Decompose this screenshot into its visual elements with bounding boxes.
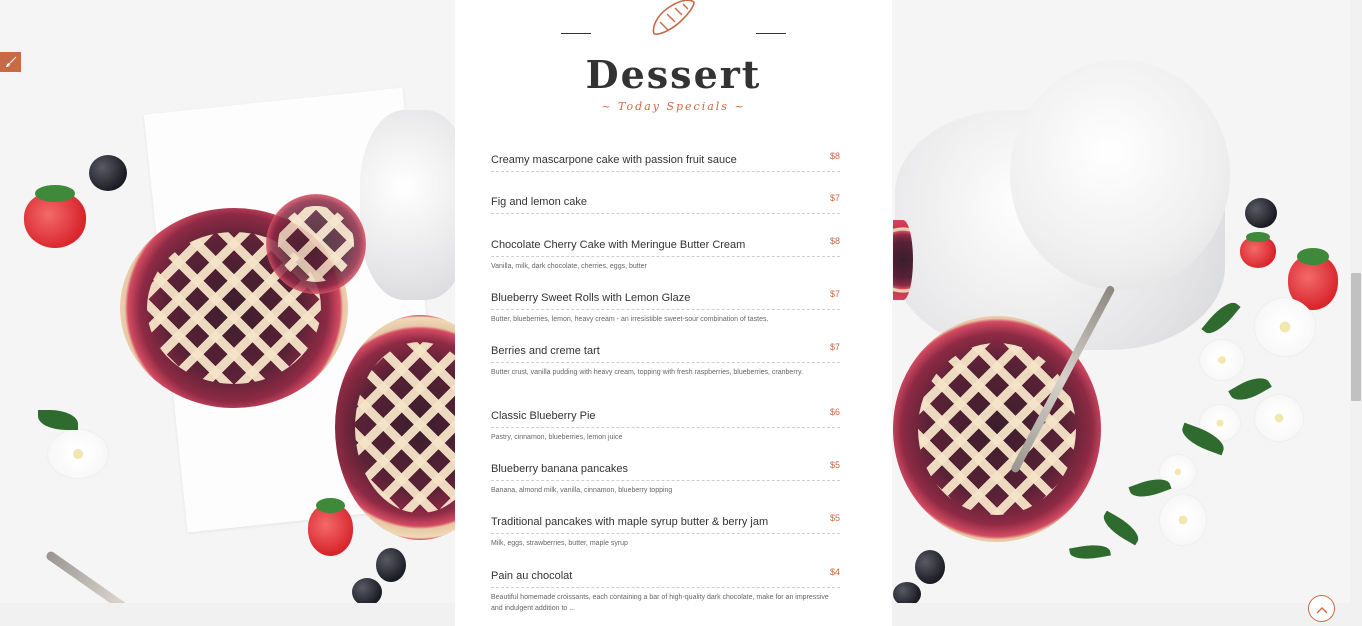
scroll-to-top-button[interactable] [1308,595,1335,622]
spoon [44,550,190,603]
teapot [1010,60,1230,290]
menu-item: Blueberry Sweet Rolls with Lemon Glaze $… [491,288,840,325]
menu-item-price: $7 [829,289,840,299]
menu-item-price: $6 [829,407,840,417]
menu-item: Chocolate Cherry Cake with Meringue Butt… [491,235,840,272]
blackberry [352,578,382,603]
pie [893,220,913,300]
menu-item-divider [491,256,840,257]
menu-item-description: Pastry, cinnamon, blueberries, lemon jui… [491,434,623,441]
flower [1255,395,1303,441]
chevron-up-icon [1316,599,1328,618]
menu-item: Traditional pancakes with maple syrup bu… [491,512,840,549]
leaf [38,410,78,430]
menu-item-name: Chocolate Cherry Cake with Meringue Butt… [491,239,746,251]
title-rule-right [756,33,786,34]
menu-item-name: Traditional pancakes with maple syrup bu… [491,516,769,528]
menu-item-price: $8 [829,151,840,161]
strawberry [1240,232,1276,268]
menu-item-name: Blueberry Sweet Rolls with Lemon Glaze [491,292,691,304]
pie [893,316,1101,542]
customize-button[interactable] [0,52,21,72]
menu-item-name: Classic Blueberry Pie [491,410,596,422]
flower [1200,340,1244,380]
blackberry [915,550,945,584]
page-subtitle: ~ Today Specials ~ [601,100,746,113]
menu-item-name: Berries and creme tart [491,345,600,357]
menu-item-name: Pain au chocolat [491,570,573,582]
title-rule-left [561,33,591,34]
paintbrush-icon [5,53,17,72]
menu-item-divider [491,171,840,172]
menu-item-divider [491,362,840,363]
menu-item-price: $5 [829,513,840,523]
menu-item-name: Blueberry banana pancakes [491,463,628,475]
flower [48,430,108,478]
menu-item-price: $7 [829,342,840,352]
menu-item-description: Vanilla, milk, dark chocolate, cherries,… [491,263,647,270]
menu-item-price: $7 [829,193,840,203]
blackberry [893,582,921,603]
menu-item-divider [491,533,840,534]
blackberry [1245,198,1277,228]
menu-item-name: Fig and lemon cake [491,196,587,208]
menu-item-price: $5 [829,460,840,470]
menu-item-divider [491,213,840,214]
menu-item-description: Beautiful homemade croissants, each cont… [491,594,829,612]
menu-item: Berries and creme tart $7 Butter crust, … [491,341,840,378]
page-title: Dessert [585,52,762,97]
blackberry [376,548,406,582]
croissant-icon [650,0,696,38]
blackberry [89,155,127,191]
menu-item-name: Creamy mascarpone cake with passion frui… [491,154,737,166]
flower [1255,298,1315,356]
strawberry [24,185,86,248]
menu-item: Classic Blueberry Pie $6 Pastry, cinnamo… [491,406,840,443]
menu-item-description: Butter crust, vanilla pudding with heavy… [491,369,803,376]
menu-item-description: Milk, eggs, strawberries, butter, maple … [491,540,628,547]
menu-item: Blueberry banana pancakes $5 Banana, alm… [491,459,840,496]
leaf [1069,541,1111,563]
pie [266,194,366,294]
menu-item-description: Butter, blueberries, lemon, heavy cream … [491,316,769,323]
scrollbar-thumb[interactable] [1351,273,1361,401]
strawberry [308,497,353,556]
menu-item-divider [491,480,840,481]
leaf [1098,510,1144,546]
menu-item-divider [491,427,840,428]
napkin [360,110,470,300]
menu-item: Creamy mascarpone cake with passion frui… [491,150,840,172]
menu-item: Pain au chocolat $4 Beautiful homemade c… [491,566,840,614]
menu-item-description: Banana, almond milk, vanilla, cinnamon, … [491,487,673,494]
menu-item-price: $8 [829,236,840,246]
menu-item-divider [491,309,840,310]
menu-item-price: $4 [829,567,840,577]
menu-item-divider [491,587,840,588]
flower [1160,495,1206,545]
menu-item: Fig and lemon cake $7 [491,192,840,214]
